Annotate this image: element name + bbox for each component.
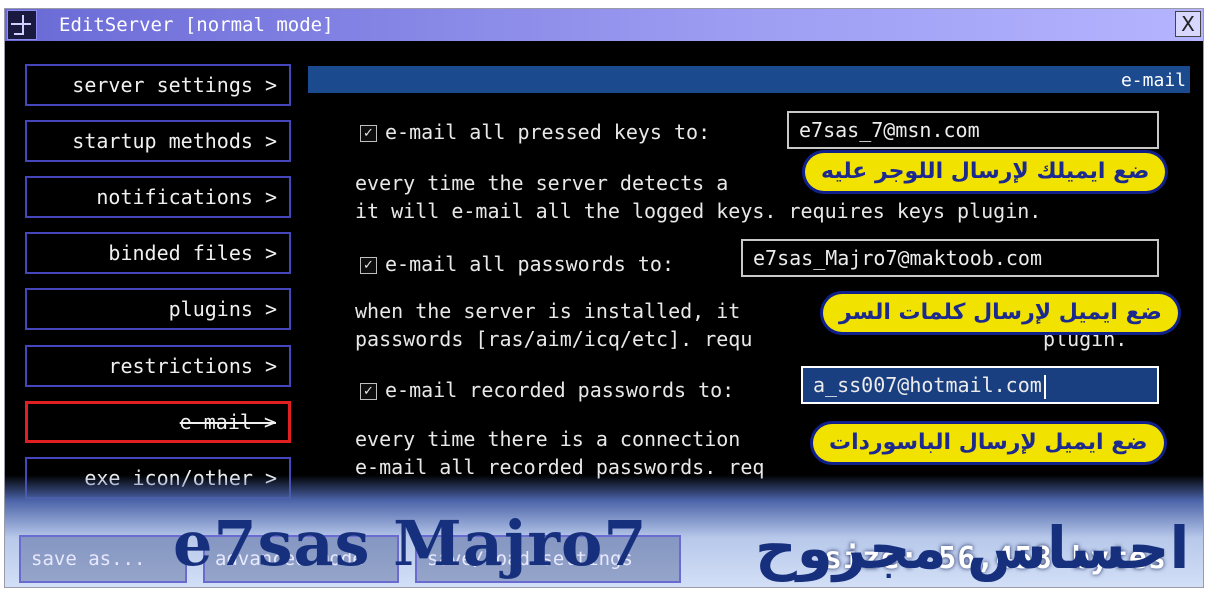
section-title-bar: e-mail [308, 66, 1190, 93]
pressed-keys-email-input[interactable]: e7sas_7@msn.com [787, 111, 1159, 149]
nav-server-settings[interactable]: server settings > [25, 64, 291, 106]
editserver-window: EditServer [normal mode] X server settin… [4, 8, 1204, 588]
close-button[interactable]: X [1175, 11, 1201, 37]
watermark-latin: e7sas Majro7 [173, 507, 648, 580]
title-bar[interactable]: EditServer [normal mode] X [5, 9, 1203, 41]
text-caret [1043, 374, 1046, 399]
passwords-label: e-mail all passwords to: [385, 252, 674, 276]
passwords-checkbox[interactable]: ✓ [360, 257, 377, 274]
nav-restrictions[interactable]: restrictions > [25, 345, 291, 387]
annotation-keylogger-email: ضع ايميلك لإرسال اللوجر عليه [805, 153, 1166, 191]
pressed-keys-checkbox[interactable]: ✓ [360, 125, 377, 142]
nav-e-mail[interactable]: e-mail > [25, 401, 291, 443]
recorded-passwords-checkbox[interactable]: ✓ [360, 383, 377, 400]
passwords-desc-2: passwords [ras/aim/icq/etc]. requ [355, 327, 753, 351]
passwords-email-input[interactable]: e7sas_Majro7@maktoob.com [741, 239, 1159, 277]
save-as-button[interactable]: save as... [19, 535, 187, 583]
watermark-arabic: احساس مجروح [755, 514, 1190, 582]
recorded-passwords-value: a_ss007@hotmail.com [813, 373, 1042, 397]
recorded-passwords-email-input[interactable]: a_ss007@hotmail.com [801, 366, 1159, 404]
recorded-passwords-desc-1: every time there is a connection [355, 427, 741, 451]
annotation-passwords-email: ضع ايميل لإرسال كلمات السر [823, 294, 1178, 332]
system-menu-icon[interactable] [7, 10, 37, 40]
pressed-keys-desc-2: it will e-mail all the logged keys. requ… [355, 199, 1042, 223]
pressed-keys-desc-1: every time the server detects a [355, 171, 729, 195]
nav-notifications[interactable]: notifications > [25, 176, 291, 218]
annotation-recorded-passwords-email: ضع ايميل لإرسال الباسوردات [813, 424, 1164, 462]
passwords-desc-1: when the server is installed, it [355, 299, 741, 323]
recorded-passwords-label: e-mail recorded passwords to: [385, 378, 735, 402]
pressed-keys-label: e-mail all pressed keys to: [385, 120, 711, 144]
nav-startup-methods[interactable]: startup methods > [25, 120, 291, 162]
window-title: EditServer [normal mode] [59, 14, 334, 36]
nav-plugins[interactable]: plugins > [25, 288, 291, 330]
nav-binded-files[interactable]: binded files > [25, 232, 291, 274]
